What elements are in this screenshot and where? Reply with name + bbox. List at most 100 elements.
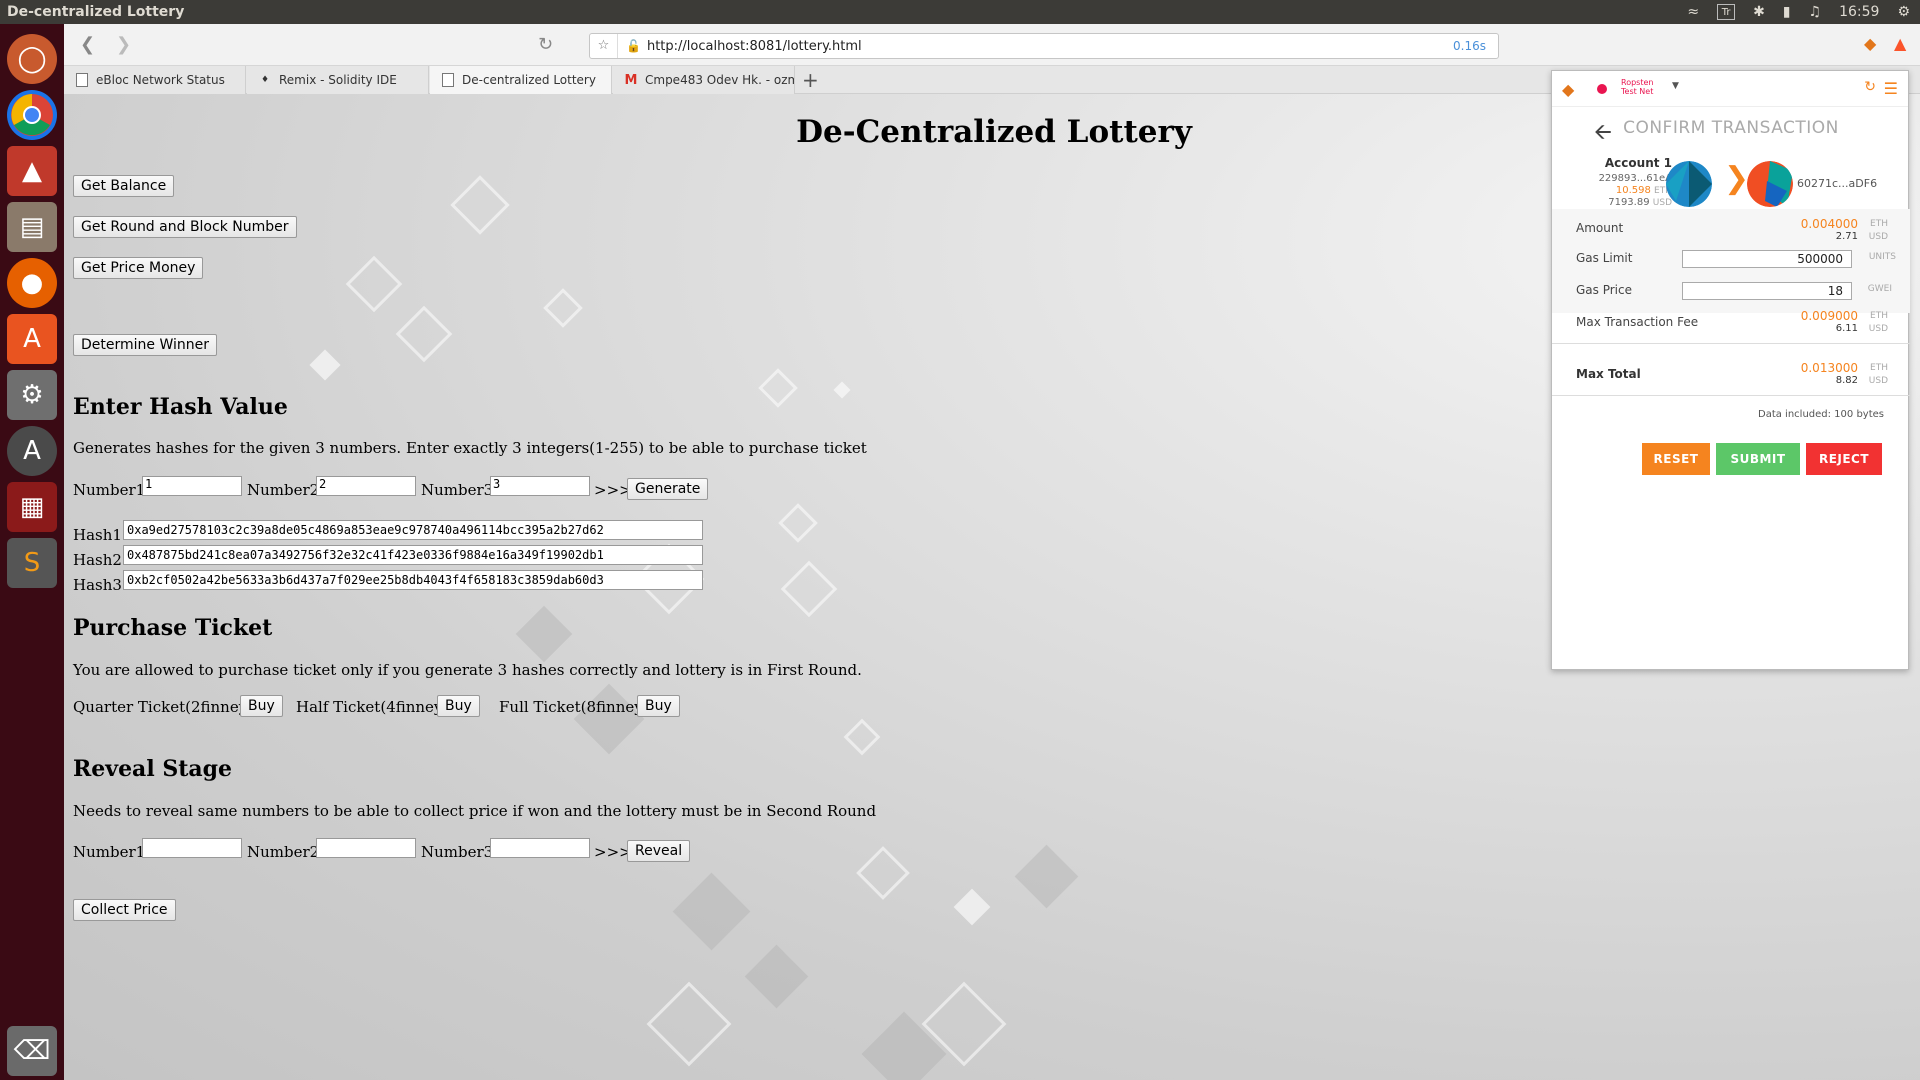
buy-quarter-ticket-button[interactable]: Buy [240,695,283,717]
tab-ebloc-network-status[interactable]: eBloc Network Status [64,66,246,94]
reveal-number2-label: Number2: [247,843,325,861]
reject-button[interactable]: REJECT [1806,443,1882,475]
system-settings-icon[interactable]: ⚙ [7,370,57,420]
reveal-number3-input[interactable] [490,838,590,858]
files-icon[interactable]: ▤ [7,202,57,252]
caret-down-icon[interactable]: ▼ [1672,81,1679,91]
hash-section-heading: Enter Hash Value [73,394,288,420]
get-round-block-button[interactable]: Get Round and Block Number [73,216,297,238]
new-tab-plus-icon[interactable]: + [802,68,819,92]
load-time: 0.16s [1453,39,1486,53]
keyboard-indicator[interactable]: Tr [1717,4,1736,20]
hash-number3-input[interactable]: 3 [490,476,590,496]
tab-remix[interactable]: ♦ Remix - Solidity IDE [247,66,429,94]
background-diamond [395,305,453,363]
submit-button[interactable]: SUBMIT [1716,443,1800,475]
background-diamond [672,872,751,951]
software-updater-icon[interactable]: A [7,426,57,476]
background-diamond [543,288,583,328]
quarter-ticket-label: Quarter Ticket(2finney): [73,698,259,716]
gas-price-input[interactable]: 18 [1682,282,1852,300]
bookmark-star-icon[interactable]: ☆ [590,34,618,58]
collect-price-button[interactable]: Collect Price [73,899,176,921]
reveal-number3-label: Number3: [421,843,499,861]
software-center-icon[interactable]: A [7,314,57,364]
trash-icon[interactable]: ⌫ [7,1026,57,1076]
settings-gear-icon[interactable]: ⚙ [1897,4,1910,20]
clock[interactable]: 16:59 [1839,4,1879,20]
hash2-label: Hash2: [73,551,127,569]
insecure-lock-icon[interactable]: 🔓 [626,39,641,53]
hash2-field[interactable]: 0x487875bd241c8ea07a3492756f32e32c41f423… [123,545,703,565]
bluetooth-icon[interactable]: ✱ [1753,4,1765,20]
sync-icon[interactable]: ↻ [1864,79,1876,95]
unity-launcher: ◯ ▲ ▤ ● A ⚙ A ▦ S ⌫ [0,24,64,1080]
divider [1552,343,1910,344]
network-status-dot [1597,84,1607,94]
reveal-number2-input[interactable] [316,838,416,858]
firefox-icon[interactable]: ● [7,258,57,308]
tab-decentralized-lottery[interactable]: De-centralized Lottery [430,66,612,94]
back-arrow-icon[interactable]: ❮ [80,34,95,55]
network-selector[interactable]: Ropsten Test Net [1621,78,1653,96]
confirm-transaction-title: CONFIRM TRANSACTION [1623,118,1839,138]
metamask-popup: ◆ Ropsten Test Net ▼ ↻ ☰ 🡨 CONFIRM TRANS… [1551,70,1910,670]
to-account-avatar [1747,161,1793,207]
background-diamond [515,605,573,663]
reveal-number1-input[interactable] [142,838,242,858]
sublime-text-icon[interactable]: S [7,538,57,588]
gmail-icon: M [624,72,638,88]
max-total-usd-unit: USD [1868,376,1888,386]
forward-arrow-icon[interactable]: ❯ [116,34,131,55]
buy-half-ticket-button[interactable]: Buy [437,695,480,717]
page-icon [76,73,88,87]
metamask-header: ◆ Ropsten Test Net ▼ ↻ ☰ [1552,71,1908,107]
chrome-icon[interactable] [7,90,57,140]
determine-winner-button[interactable]: Determine Winner [73,334,218,356]
from-eth-balance: 10.598 [1615,185,1651,196]
hash3-field[interactable]: 0xb2cf0502a42be5633a3b6d437a7f029ee25b8d… [123,570,703,590]
battery-icon[interactable]: ▮ [1783,4,1791,20]
purchase-description: You are allowed to purchase ticket only … [73,661,862,679]
metamask-extension-icon[interactable]: ◆ [1864,34,1876,53]
full-ticket-label: Full Ticket(8finney): [499,698,654,716]
background-diamond [833,381,851,399]
get-balance-button[interactable]: Get Balance [73,175,175,197]
volume-icon[interactable]: ♫ [1809,4,1822,20]
hamburger-menu-icon[interactable]: ☰ [1884,79,1898,98]
address-bar[interactable]: ☆ 🔓 http://localhost:8081/lottery.html 0… [589,33,1499,59]
wifi-icon[interactable]: ≈ [1687,4,1699,20]
generate-button[interactable]: Generate [627,478,709,500]
brave-icon[interactable]: ▲ [7,146,57,196]
ubuntu-dash-icon[interactable]: ◯ [7,34,57,84]
from-account-address: 229893...61eA [1598,173,1672,184]
workspace-switcher-icon[interactable]: ▦ [7,482,57,532]
url-text[interactable]: http://localhost:8081/lottery.html [647,39,862,54]
reset-button[interactable]: RESET [1642,443,1710,475]
max-total-eth: 0.013000 [1800,361,1858,375]
reveal-description: Needs to reveal same numbers to be able … [73,802,877,820]
hash-number1-input[interactable]: 1 [142,476,242,496]
gas-price-row: Gas Price 18 GWEI [1552,279,1910,305]
tab-label: De-centralized Lottery [462,73,596,87]
remix-icon: ♦ [260,75,270,85]
hash-number2-input[interactable]: 2 [316,476,416,496]
transfer-arrow-icon: ❯ [1724,161,1750,196]
brave-shield-icon[interactable]: ▲ [1894,34,1906,53]
background-diamond [450,175,510,235]
get-price-money-button[interactable]: Get Price Money [73,257,204,279]
buy-full-ticket-button[interactable]: Buy [637,695,680,717]
reveal-section-heading: Reveal Stage [73,756,233,782]
background-diamond [646,981,732,1067]
hash3-label: Hash3: [73,576,127,594]
gas-limit-label: Gas Limit [1576,251,1633,265]
system-indicators: ≈ Tr ✱ ▮ ♫ 16:59 ⚙ [1687,0,1910,24]
hash1-field[interactable]: 0xa9ed27578103c2c39a8de05c4869a853eae9c9… [123,520,703,540]
background-diamond [856,846,910,900]
usd-unit: USD [1652,198,1672,208]
max-fee-eth-unit: ETH [1870,311,1888,321]
reload-icon[interactable]: ↻ [538,34,553,55]
gas-limit-input[interactable]: 500000 [1682,250,1852,268]
tab-gmail[interactable]: M Cmpe483 Odev Hk. - ozme [613,66,795,94]
reveal-button[interactable]: Reveal [627,840,691,862]
